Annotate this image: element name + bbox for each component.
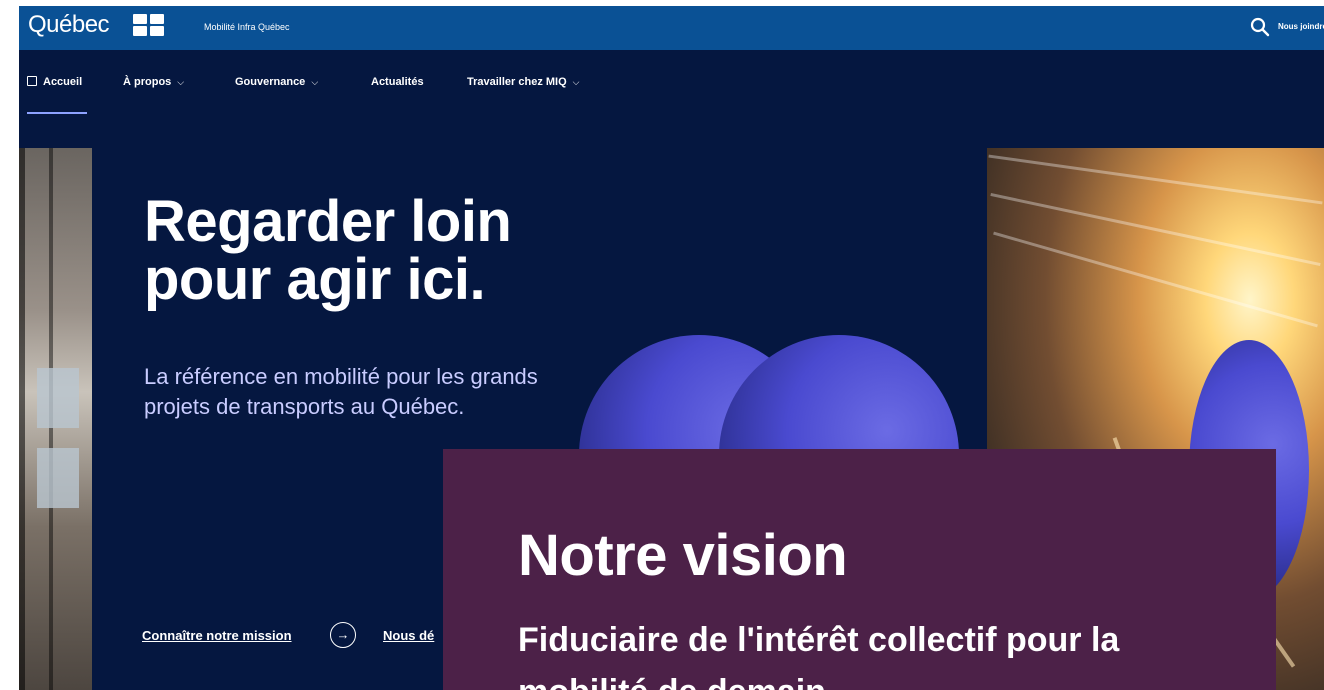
hero-subtitle: La référence en mobilité pour les grands… — [144, 364, 538, 419]
photo-window — [37, 368, 79, 428]
nav-item-label: Gouvernance — [235, 76, 306, 88]
photo-beam — [990, 192, 1321, 267]
vision-card: Notre vision Fiduciaire de l'intérêt col… — [443, 449, 1276, 690]
nav-item-actualites[interactable]: Actualités — [371, 76, 424, 88]
hero-title-line: pour agir ici. — [144, 247, 486, 312]
nav-item-a-propos[interactable]: À propos ⌵ — [123, 76, 184, 88]
nav-item-label: Accueil — [43, 76, 83, 88]
contact-link[interactable]: Nous joindre — [1278, 22, 1324, 31]
nav-item-label: À propos — [123, 76, 172, 88]
chevron-down-icon: ⌵ — [572, 77, 580, 87]
mission-link[interactable]: Connaître notre mission — [142, 628, 292, 643]
nav-item-label: Actualités — [371, 76, 424, 88]
search-icon[interactable] — [1249, 16, 1271, 38]
home-icon — [27, 76, 37, 86]
nav-item-gouvernance[interactable]: Gouvernance ⌵ — [235, 76, 318, 88]
hero-title: Regarder loin pour agir ici. — [144, 193, 624, 309]
government-bar: Québec Mobilité Infra Québec Nous joindr… — [19, 6, 1324, 50]
arrow-right-icon[interactable]: → — [330, 622, 356, 648]
secondary-cta-link[interactable]: Nous dé — [383, 628, 434, 643]
active-nav-indicator — [27, 112, 87, 114]
photo-beam — [993, 231, 1318, 328]
nav-item-accueil[interactable]: Accueil — [27, 76, 82, 88]
nav-item-label: Travailler chez MIQ — [467, 76, 567, 88]
main-navigation: Accueil À propos ⌵ Gouvernance ⌵ Actualité… — [19, 50, 1324, 120]
fleur-de-lis-flag-icon[interactable] — [133, 14, 165, 36]
vision-text: Fiduciaire de l'intérêt collectif pour l… — [518, 621, 1120, 690]
nav-item-travailler[interactable]: Travailler chez MIQ ⌵ — [467, 76, 579, 88]
hero-title-line: Regarder loin — [144, 189, 512, 254]
photo-beam — [988, 154, 1323, 205]
chevron-down-icon: ⌵ — [177, 77, 185, 87]
org-name[interactable]: Mobilité Infra Québec — [204, 22, 290, 32]
quebec-logo[interactable]: Québec — [28, 11, 110, 39]
photo-window — [37, 448, 79, 508]
vision-title: Notre vision — [518, 523, 848, 588]
hero-photo-left — [19, 148, 92, 690]
chevron-down-icon: ⌵ — [311, 77, 319, 87]
